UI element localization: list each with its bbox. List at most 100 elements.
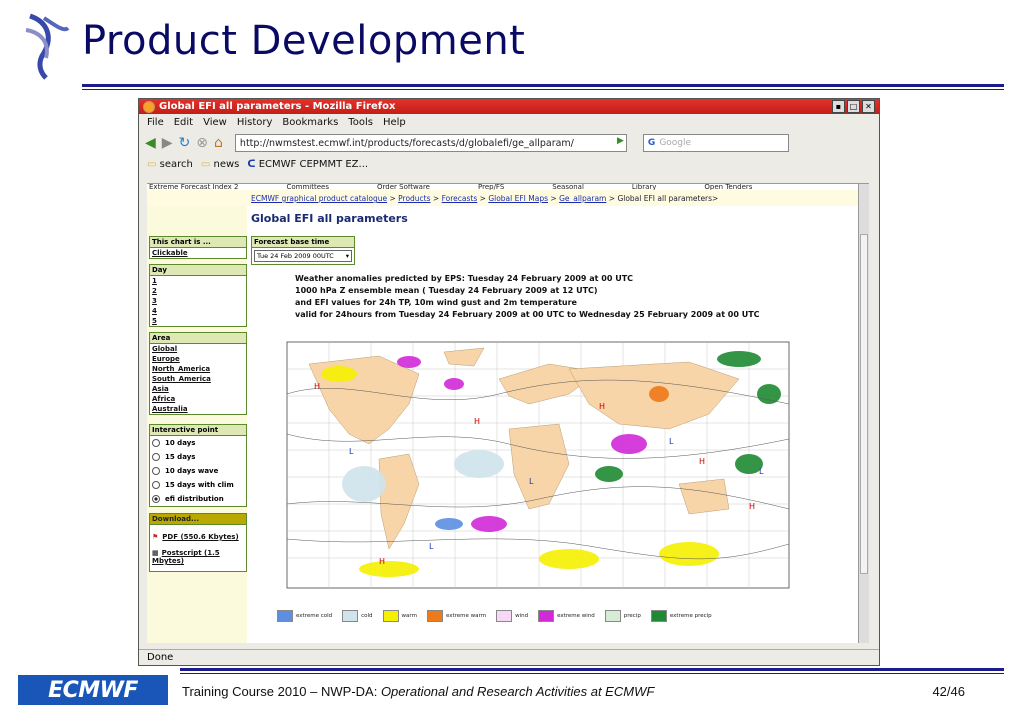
area-link-south-america[interactable]: South_America	[152, 375, 211, 383]
ecmwf-swirl-logo	[25, 13, 70, 80]
menu-file[interactable]: File	[147, 117, 164, 128]
reload-icon[interactable]: ↻	[179, 135, 191, 151]
legend-swatch	[496, 610, 513, 622]
pdf-download-link[interactable]: PDF (550.6 Kbytes)	[162, 533, 238, 541]
caption-line: Weather anomalies predicted by EPS: Tues…	[295, 274, 634, 283]
radio-efi-distribution[interactable]: efi distribution	[150, 492, 246, 506]
svg-text:L: L	[429, 542, 434, 551]
folder-icon: ▭	[200, 159, 211, 170]
legend-item: warm	[382, 610, 417, 622]
pdf-icon: ⚑	[152, 533, 159, 541]
minimize-button[interactable]: ▪	[832, 100, 845, 113]
breadcrumb-link[interactable]: Global EFI Maps	[488, 194, 548, 203]
ecmwf-logo: ECMWF	[18, 675, 168, 705]
breadcrumb-link[interactable]: Products	[398, 194, 430, 203]
window-titlebar[interactable]: Global EFI all parameters - Mozilla Fire…	[139, 99, 879, 114]
menu-bar: File Edit View History Bookmarks Tools H…	[139, 114, 879, 130]
vertical-scrollbar[interactable]	[858, 184, 869, 643]
this-chart-panel: This chart is ... Clickable	[149, 236, 247, 259]
forward-icon[interactable]: ▶	[162, 135, 173, 151]
svg-text:H: H	[599, 402, 605, 411]
go-icon[interactable]: ▶	[617, 136, 624, 146]
clickable-link[interactable]: Clickable	[152, 249, 188, 257]
breadcrumb-link[interactable]: Ge_allparam	[559, 194, 606, 203]
radio-label: 10 days	[165, 439, 196, 447]
maximize-button[interactable]: □	[847, 100, 860, 113]
ps-download-link[interactable]: Postscript (1.5 Mbytes)	[152, 549, 220, 565]
breadcrumb: ECMWF graphical product catalogue > Prod…	[251, 194, 719, 203]
radio-10-days[interactable]: 10 days	[150, 436, 246, 450]
day-link-4[interactable]: 4	[152, 307, 157, 315]
menu-edit[interactable]: Edit	[174, 117, 193, 128]
radio-10-days-wave[interactable]: 10 days wave	[150, 464, 246, 478]
area-link-australia[interactable]: Australia	[152, 405, 188, 413]
bookmark-ecmwf[interactable]: ᑕ ECMWF CEPMMT EZ...	[247, 159, 368, 170]
radio-15-days-clim[interactable]: 15 days with clim	[150, 478, 246, 492]
bottom-divider	[180, 668, 1004, 671]
legend-label: extreme precip	[669, 613, 712, 619]
area-link-africa[interactable]: Africa	[152, 395, 175, 403]
firefox-icon	[143, 100, 155, 113]
world-map-svg: H H H H H H L L L L L	[286, 341, 790, 589]
area-link-europe[interactable]: Europe	[152, 355, 180, 363]
bookmark-news[interactable]: ▭ news	[201, 159, 240, 170]
folder-icon: ▭	[147, 159, 157, 170]
panel-header: Forecast base time	[252, 237, 354, 248]
menu-history[interactable]: History	[237, 117, 273, 128]
day-link-2[interactable]: 2	[152, 287, 157, 295]
url-bar[interactable]: http://nwmstest.ecmwf.int/products/forec…	[234, 134, 627, 152]
menu-help[interactable]: Help	[383, 117, 406, 128]
status-text: Done	[147, 652, 174, 663]
legend-label: extreme cold	[296, 613, 333, 619]
footer-subtitle: Operational and Research Activities at E…	[380, 684, 655, 699]
menu-bookmarks[interactable]: Bookmarks	[282, 117, 338, 128]
top-divider	[82, 84, 1004, 87]
radio-15-days[interactable]: 15 days	[150, 450, 246, 464]
menu-tools[interactable]: Tools	[348, 117, 373, 128]
select-value: Tue 24 Feb 2009 00UTC	[257, 252, 334, 260]
legend-swatch	[382, 610, 399, 622]
bookmark-search[interactable]: ▭ search	[147, 159, 193, 170]
bookmark-label: ECMWF CEPMMT EZ...	[258, 159, 369, 170]
radio-selected-icon	[152, 495, 160, 503]
breadcrumb-link[interactable]: ECMWF graphical product catalogue	[251, 194, 387, 203]
panel-header: Download...	[150, 514, 246, 525]
day-link-5[interactable]: 5	[152, 317, 157, 325]
legend-label: extreme wind	[557, 613, 595, 619]
efi-world-map[interactable]: H H H H H H L L L L L	[269, 334, 809, 596]
area-link-global[interactable]: Global	[152, 345, 177, 353]
legend-item: cold	[342, 610, 373, 622]
panel-header: This chart is ...	[150, 237, 246, 248]
forecast-base-select[interactable]: Tue 24 Feb 2009 00UTC ▾	[254, 250, 352, 262]
panel-header: Interactive point	[150, 425, 246, 436]
legend-label: precip	[623, 613, 641, 619]
bookmark-label: news	[213, 159, 240, 170]
menu-view[interactable]: View	[203, 117, 227, 128]
day-link-3[interactable]: 3	[152, 297, 157, 305]
bottom-divider-thin	[180, 673, 1004, 674]
stop-icon[interactable]: ⊗	[196, 135, 208, 151]
area-link-asia[interactable]: Asia	[152, 385, 169, 393]
page-number: 42/46	[932, 684, 965, 699]
area-link-north-america[interactable]: North_America	[152, 365, 210, 373]
ecmwf-favicon: ᑕ	[247, 159, 256, 170]
page-content: Extreme Forecast Index 2 Committees Orde…	[147, 183, 869, 643]
status-bar: Done	[139, 649, 879, 665]
legend-item: extreme wind	[538, 610, 595, 622]
close-button[interactable]: ✕	[862, 100, 875, 113]
svg-text:L: L	[759, 467, 764, 476]
search-placeholder: Google	[659, 138, 692, 148]
google-icon: G	[647, 138, 656, 148]
back-icon[interactable]: ◀	[145, 135, 156, 151]
chevron-down-icon: ▾	[345, 252, 349, 260]
legend-label: cold	[361, 613, 373, 619]
home-icon[interactable]: ⌂	[214, 135, 223, 151]
legend-item: wind	[496, 610, 528, 622]
scrollbar-thumb[interactable]	[860, 234, 868, 574]
svg-text:H: H	[379, 557, 385, 566]
breadcrumb-link[interactable]: Forecasts	[442, 194, 478, 203]
day-link-1[interactable]: 1	[152, 277, 157, 285]
svg-text:H: H	[314, 382, 320, 391]
legend-item: extreme warm	[426, 610, 486, 622]
search-box[interactable]: G Google	[642, 134, 789, 152]
